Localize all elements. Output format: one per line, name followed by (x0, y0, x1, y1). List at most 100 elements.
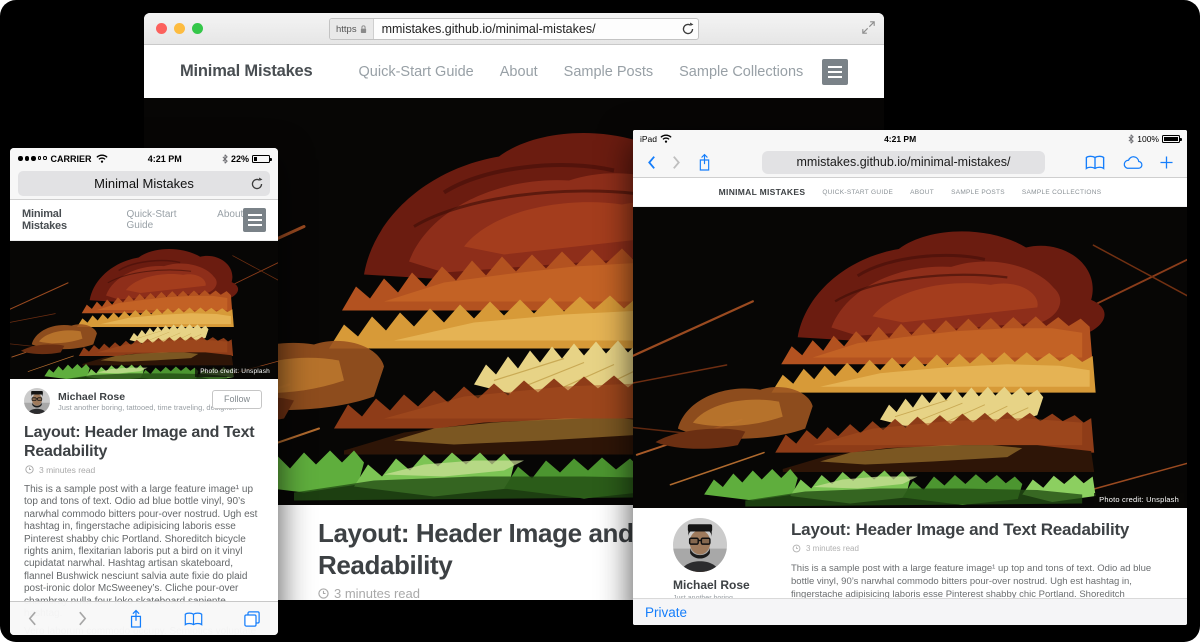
author-avatar (24, 388, 50, 414)
iphone-article: Michael Rose Just another boring, tattoo… (10, 379, 278, 635)
bookmarks-button[interactable] (184, 612, 203, 626)
site-brand-link[interactable]: Minimal Mistakes (22, 208, 104, 232)
private-label[interactable]: Private (645, 605, 687, 620)
nav-link-sample-posts[interactable]: SAMPLE POSTS (951, 189, 1005, 196)
reload-button[interactable] (678, 19, 698, 39)
leaves-photo (10, 241, 278, 379)
header-image: Photo credit: Unsplash (10, 241, 278, 379)
battery-icon (252, 155, 270, 163)
nav-link-quick-start[interactable]: Quick-Start Guide (126, 209, 199, 231)
wifi-icon-wrap (96, 154, 108, 163)
nav-link-quick-start[interactable]: QUICK-START GUIDE (822, 189, 893, 196)
clock-icon (792, 544, 800, 552)
clock-icon-wrap (25, 465, 34, 474)
window-controls (156, 23, 203, 34)
nav-link-about[interactable]: About (217, 209, 243, 231)
wifi-icon (660, 134, 672, 143)
article-title: Layout: Header Image and Text Readabilit… (791, 520, 1153, 540)
icloud-tabs-icon[interactable] (1121, 155, 1144, 170)
read-time-label: 3 minutes read (39, 465, 95, 475)
wifi-icon-wrap (660, 134, 672, 143)
status-time: 4:21 PM (108, 154, 222, 164)
signal-strength-icon (18, 156, 47, 161)
refresh-icon (250, 177, 264, 191)
nav-link-sample-collections[interactable]: SAMPLE COLLECTIONS (1022, 189, 1101, 196)
url-text: mmistakes.github.io/minimal-mistakes/ (797, 155, 1011, 169)
nav-link-quick-start[interactable]: Quick-Start Guide (359, 64, 474, 80)
author-avatar-image (24, 388, 50, 414)
refresh-icon (681, 22, 695, 36)
battery-icon (1162, 135, 1180, 143)
article-title: Layout: Header Image and Text Readabilit… (24, 423, 264, 461)
iphone-status-bar: CARRIER 4:21 PM 22% (10, 148, 278, 169)
back-button[interactable] (647, 155, 656, 170)
nav-links: Quick-Start Guide About (126, 209, 243, 231)
safari-bottom-toolbar (10, 601, 278, 635)
site-brand-link[interactable]: MINIMAL MISTAKES (719, 187, 806, 197)
page-title-label: Minimal Mistakes (94, 176, 194, 191)
author-name: Michael Rose (58, 391, 237, 403)
iphone-url-bar: Minimal Mistakes (10, 169, 278, 200)
fullscreen-icon[interactable] (862, 21, 875, 34)
ipad-address-field[interactable]: mmistakes.github.io/minimal-mistakes/ (762, 151, 1045, 174)
nav-link-about[interactable]: ABOUT (910, 189, 934, 196)
wifi-icon (96, 154, 108, 163)
nav-link-about[interactable]: About (500, 64, 538, 80)
desktop-site-nav: Minimal Mistakes Quick-Start Guide About… (144, 45, 884, 98)
address-bar[interactable]: https mmistakes.github.io/minimal-mistak… (329, 18, 699, 40)
reload-button[interactable] (247, 174, 267, 194)
clock-icon-wrap (792, 544, 800, 552)
back-button[interactable] (28, 611, 37, 626)
clock-icon (318, 588, 329, 599)
new-tab-button[interactable] (1160, 156, 1173, 169)
ipad-browser-toolbar: mmistakes.github.io/minimal-mistakes/ (633, 147, 1187, 178)
read-time-label: 3 minutes read (806, 544, 859, 553)
menu-hamburger-button[interactable] (822, 59, 848, 85)
read-time-label: 3 minutes read (334, 586, 420, 600)
bluetooth-icon-wrap (222, 154, 228, 164)
bookmarks-button[interactable] (1085, 155, 1105, 170)
zoom-window-button[interactable] (192, 23, 203, 34)
article-paragraph: This is a sample post with a large featu… (24, 484, 264, 620)
ipad-site-nav: MINIMAL MISTAKES QUICK-START GUIDE ABOUT… (633, 178, 1187, 207)
menu-hamburger-button[interactable] (243, 208, 266, 232)
photo-credit-badge: Photo credit: Unsplash (195, 366, 275, 377)
close-window-button[interactable] (156, 23, 167, 34)
nav-link-sample-collections[interactable]: Sample Collections (679, 64, 803, 80)
minimize-window-button[interactable] (174, 23, 185, 34)
nav-link-sample-posts[interactable]: Sample Posts (564, 64, 653, 80)
carrier-label: CARRIER (51, 154, 92, 164)
url-text: mmistakes.github.io/minimal-mistakes/ (374, 22, 678, 36)
share-button[interactable] (697, 153, 712, 172)
author-row: Michael Rose Just another boring, tattoo… (24, 387, 264, 415)
follow-button[interactable]: Follow (212, 390, 262, 409)
iphone-site-nav: Minimal Mistakes Quick-Start Guide About (10, 200, 278, 241)
iphone-address-field[interactable]: Minimal Mistakes (18, 171, 270, 196)
iphone-safari-window: CARRIER 4:21 PM 22% Minimal Mistakes Min… (10, 148, 278, 635)
photo-credit-badge: Photo credit: Unsplash (1094, 493, 1184, 506)
leaves-photo (633, 207, 1187, 508)
share-button[interactable] (128, 609, 144, 629)
https-label: https (336, 24, 357, 35)
bluetooth-icon-wrap (1128, 134, 1134, 144)
https-badge: https (330, 19, 374, 39)
bluetooth-icon (222, 154, 228, 164)
tabs-button[interactable] (244, 611, 260, 627)
forward-button[interactable] (672, 155, 681, 170)
nav-links: Quick-Start Guide About Sample Posts Sam… (359, 64, 804, 80)
battery-percent: 22% (231, 154, 249, 164)
forward-button[interactable] (78, 611, 87, 626)
bluetooth-icon (1128, 134, 1134, 144)
private-browsing-bar: Private (633, 598, 1187, 625)
author-bio: Just another boring, tattooed, time trav… (58, 403, 237, 412)
clock-icon-wrap (318, 588, 329, 599)
author-name: Michael Rose (673, 579, 750, 591)
desktop-browser-chrome: https mmistakes.github.io/minimal-mistak… (144, 13, 884, 45)
battery-percent: 100% (1137, 134, 1159, 144)
header-image: Photo credit: Unsplash (633, 207, 1187, 508)
clock-icon (25, 465, 34, 474)
ipad-safari-window: iPad 4:21 PM 100% mmistake (633, 130, 1187, 625)
read-time: 3 minutes read (24, 464, 264, 475)
responsive-showcase: https mmistakes.github.io/minimal-mistak… (0, 0, 1200, 642)
site-brand-link[interactable]: Minimal Mistakes (180, 62, 313, 81)
